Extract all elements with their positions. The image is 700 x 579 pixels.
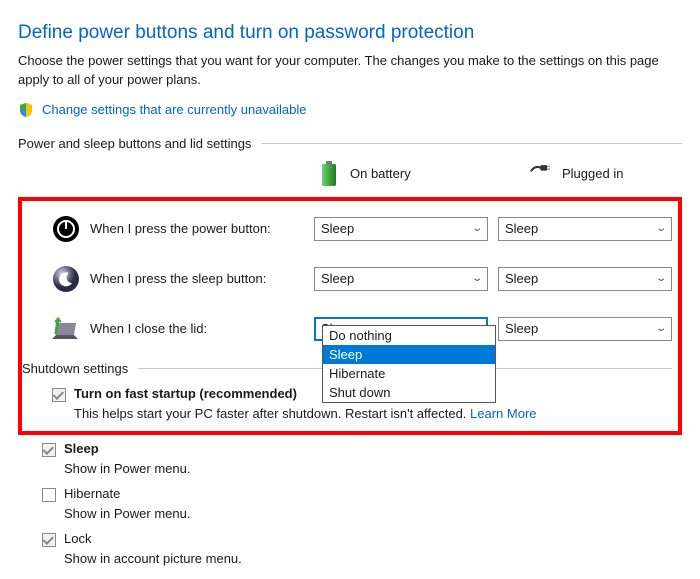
lock-label: Lock <box>64 531 91 546</box>
lid-battery-dropdown[interactable]: Do nothing Sleep Hibernate Shut down <box>322 325 496 403</box>
sleep-button-plugged-select[interactable]: Sleep⌄ <box>498 267 672 291</box>
hibernate-label: Hibernate <box>64 486 120 501</box>
sleep-checkbox[interactable] <box>42 443 56 457</box>
sleep-label: Sleep <box>64 441 99 456</box>
chevron-down-icon: ⌄ <box>655 273 667 284</box>
lid-icon <box>52 315 80 343</box>
sleep-button-label: When I press the sleep button: <box>90 271 304 286</box>
lock-checkbox[interactable] <box>42 533 56 547</box>
column-plugged-in: Plugged in <box>530 161 682 187</box>
sleep-button-icon <box>52 265 80 293</box>
sleep-button-battery-select[interactable]: Sleep⌄ <box>314 267 488 291</box>
power-button-plugged-select[interactable]: Sleep⌄ <box>498 217 672 241</box>
chevron-down-icon: ⌄ <box>471 223 483 234</box>
chevron-down-icon: ⌄ <box>471 273 483 284</box>
page-title: Define power buttons and turn on passwor… <box>18 22 682 44</box>
sleep-desc: Show in Power menu. <box>18 461 682 476</box>
fast-startup-label: Turn on fast startup (recommended) <box>74 386 297 401</box>
fast-startup-checkbox[interactable] <box>52 388 66 402</box>
dropdown-option-sleep[interactable]: Sleep <box>323 345 495 364</box>
fast-startup-desc: This helps start your PC faster after sh… <box>28 406 672 421</box>
lock-desc: Show in account picture menu. <box>18 551 682 566</box>
chevron-down-icon: ⌄ <box>655 223 667 234</box>
dropdown-option-hibernate[interactable]: Hibernate <box>323 364 495 383</box>
highlighted-region: When I press the power button: Sleep⌄ Sl… <box>18 197 682 435</box>
hibernate-checkbox[interactable] <box>42 488 56 502</box>
power-button-battery-select[interactable]: Sleep⌄ <box>314 217 488 241</box>
lid-label: When I close the lid: <box>90 321 304 336</box>
dropdown-option-shut-down[interactable]: Shut down <box>323 383 495 402</box>
dropdown-option-do-nothing[interactable]: Do nothing <box>323 326 495 345</box>
shield-icon <box>18 102 34 118</box>
power-button-icon <box>52 215 80 243</box>
page-subtitle: Choose the power settings that you want … <box>18 52 682 90</box>
lid-plugged-select[interactable]: Sleep⌄ <box>498 317 672 341</box>
power-button-label: When I press the power button: <box>90 221 304 236</box>
section-power-sleep-heading: Power and sleep buttons and lid settings <box>18 136 682 151</box>
plug-icon <box>530 161 552 187</box>
battery-icon <box>318 161 340 187</box>
column-on-battery: On battery <box>318 161 470 187</box>
learn-more-link[interactable]: Learn More <box>470 406 536 421</box>
change-settings-link[interactable]: Change settings that are currently unava… <box>42 102 307 117</box>
hibernate-desc: Show in Power menu. <box>18 506 682 521</box>
chevron-down-icon: ⌄ <box>655 323 667 334</box>
